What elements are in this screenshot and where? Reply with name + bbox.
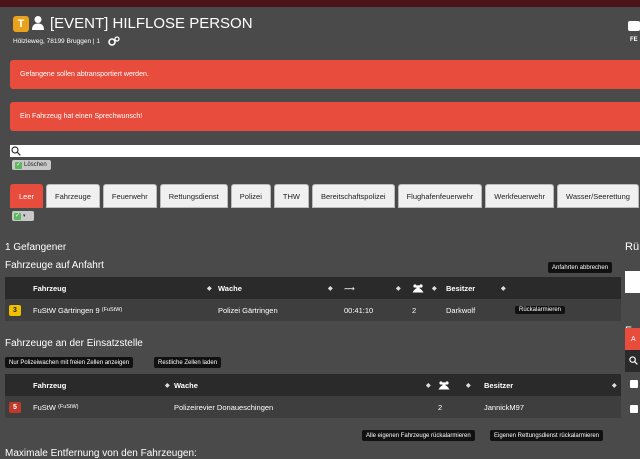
sort-icon[interactable]: ◆ (501, 277, 506, 299)
right-panel-input[interactable] (625, 271, 640, 293)
arrival-time: 00:41:10 (344, 305, 374, 315)
sort-icon[interactable]: ◆ (466, 374, 471, 396)
station-link[interactable]: Polizeirevier Donaueschingen (174, 396, 273, 418)
top-strip (0, 0, 640, 7)
right-panel-tab-label: A (631, 335, 636, 343)
vehicle-tabs: Leer Fahrzeuge Feuerwehr Rettungsdienst … (10, 184, 639, 208)
col-vehicle[interactable]: Fahrzeug (33, 374, 66, 396)
col-station[interactable]: Wache (174, 374, 198, 396)
max-distance-label: Maximale Entfernung von den Fahrzeugen: (5, 448, 197, 459)
sort-icon[interactable]: ◆ (165, 374, 170, 396)
persons-icon[interactable] (438, 380, 450, 390)
tab-rettungsdienst[interactable]: Rettungsdienst (159, 184, 228, 208)
mission-type-letter: T (17, 18, 25, 30)
right-panel-checkbox[interactable] (630, 405, 638, 413)
delete-button-label: Löschen (24, 162, 47, 168)
tab-fahrzeuge[interactable]: Fahrzeuge (46, 184, 100, 208)
clock-icon[interactable]: ⟿ (344, 277, 355, 299)
alert-prisoners: Gefangene sollen abtransportiert werden. (10, 60, 640, 89)
right-panel-tab[interactable]: A (625, 328, 640, 350)
chevron-down-icon: ▾ (23, 213, 26, 219)
station-link[interactable]: Polizei Gärtringen (218, 299, 278, 321)
alert-text: Ein Fahrzeug hat einen Sprechwunsch! (20, 113, 143, 120)
tab-flughafenfeuerwehr[interactable]: Flughafenfeuerwehr (397, 184, 483, 208)
tab-thw[interactable]: THW (273, 184, 309, 208)
right-panel-heading: Rü (625, 241, 640, 253)
col-vehicle[interactable]: Fahrzeug (33, 277, 66, 299)
approaching-heading: Fahrzeuge auf Anfahrt (5, 260, 104, 271)
recall-cell: Rückalarmieren (515, 299, 566, 321)
table-row: 3 FuStW Gärtringen 9 (FuStW) Polizei Gär… (5, 299, 621, 321)
mission-header: T [EVENT] HILFLOSE PERSON Hölzleweg, 781… (0, 7, 640, 57)
right-toggle[interactable] (628, 21, 640, 31)
mission-type-icon: T (13, 16, 29, 32)
status-badge: 3 (9, 304, 21, 316)
recall-all-button[interactable]: Alle eigenen Fahrzeuge rückalarmieren (362, 430, 475, 441)
sort-icon[interactable]: ◆ (328, 277, 333, 299)
status-cell: 5 (9, 396, 21, 418)
sort-icon[interactable]: ◆ (426, 374, 431, 396)
vehicle-link[interactable]: FuStW (33, 403, 56, 412)
recall-ems-button[interactable]: Eigenen Rettungsdienst rückalarmieren (490, 430, 604, 441)
check-icon: ✓ (15, 161, 22, 169)
owner-link[interactable]: JannickM97 (484, 396, 524, 418)
sort-icon[interactable]: ◆ (396, 277, 401, 299)
persons-icon[interactable] (412, 283, 424, 293)
sort-icon[interactable]: ◆ (432, 277, 437, 299)
cancel-approaches-button[interactable]: Anfahrten abbrechen (548, 262, 613, 273)
persons-count: 2 (412, 305, 417, 315)
col-owner[interactable]: Besitzer (484, 374, 513, 396)
table-row: 5 FuStW (FuStW) Polizeirevier Donaueschi… (5, 396, 621, 418)
tab-options-dropdown[interactable]: ✓ ▾ (12, 211, 34, 221)
vehicle-type: (FuStW) (101, 307, 123, 313)
delete-button[interactable]: ✓ Löschen (12, 160, 51, 170)
vehicle-cell: FuStW Gärtringen 9 (FuStW) (33, 299, 122, 321)
person-icon (32, 16, 44, 30)
vehicle-cell: FuStW (FuStW) (33, 396, 79, 418)
gears-icon[interactable] (108, 36, 120, 46)
tab-werkfeuerwehr[interactable]: Werkfeuerwehr (485, 184, 555, 208)
status-badge: 5 (9, 401, 21, 413)
sort-icon[interactable]: ◆ (612, 374, 617, 396)
at-scene-table-header: Fahrzeug ◆ Wache ◆ ◆ Besitzer ◆ (5, 374, 621, 396)
search-icon (629, 356, 638, 365)
show-free-cells-button[interactable]: Nur Polizeiwachen mit freien Zellen anze… (5, 357, 134, 368)
sort-icon[interactable]: ◆ (207, 277, 212, 299)
tab-leer[interactable]: Leer (10, 184, 44, 208)
col-station[interactable]: Wache (218, 277, 242, 299)
right-label: FE (630, 37, 638, 43)
search-input[interactable] (10, 145, 640, 157)
recall-button[interactable]: Rückalarmieren (515, 306, 566, 314)
tab-polizei[interactable]: Polizei (230, 184, 271, 208)
col-owner[interactable]: Besitzer (446, 277, 475, 299)
alert-speech-request: Ein Fahrzeug hat einen Sprechwunsch! (10, 102, 640, 131)
vehicle-link[interactable]: FuStW Gärtringen 9 (33, 306, 100, 315)
check-icon: ✓ (14, 212, 21, 220)
owner-link[interactable]: Darkwolf (446, 299, 475, 321)
persons-count: 2 (438, 402, 443, 412)
tab-wasser-seerettung[interactable]: Wasser/Seerettung (557, 184, 639, 208)
mission-address: Hölzleweg, 78199 Bruggen | 1 (13, 38, 100, 45)
vehicle-type: (FuStW) (58, 404, 79, 410)
alert-text: Gefangene sollen abtransportiert werden. (20, 71, 149, 78)
approaching-table-header: Fahrzeug ◆ Wache ◆ ⟿ ◆ ◆ Besitzer ◆ (5, 277, 621, 299)
tab-bereitschaftspolizei[interactable]: Bereitschaftspolizei (311, 184, 395, 208)
mission-title: [EVENT] HILFLOSE PERSON (50, 15, 253, 32)
prisoner-count: 1 Gefangener (5, 242, 67, 253)
at-scene-heading: Fahrzeuge an der Einsatzstelle (5, 338, 143, 349)
load-remaining-cells-button[interactable]: Restliche Zellen laden (154, 357, 222, 368)
status-cell: 3 (9, 299, 21, 321)
right-panel-checkbox[interactable] (630, 380, 638, 388)
search-icon (11, 146, 21, 156)
right-panel-search[interactable] (625, 350, 640, 372)
tab-feuerwehr[interactable]: Feuerwehr (102, 184, 157, 208)
